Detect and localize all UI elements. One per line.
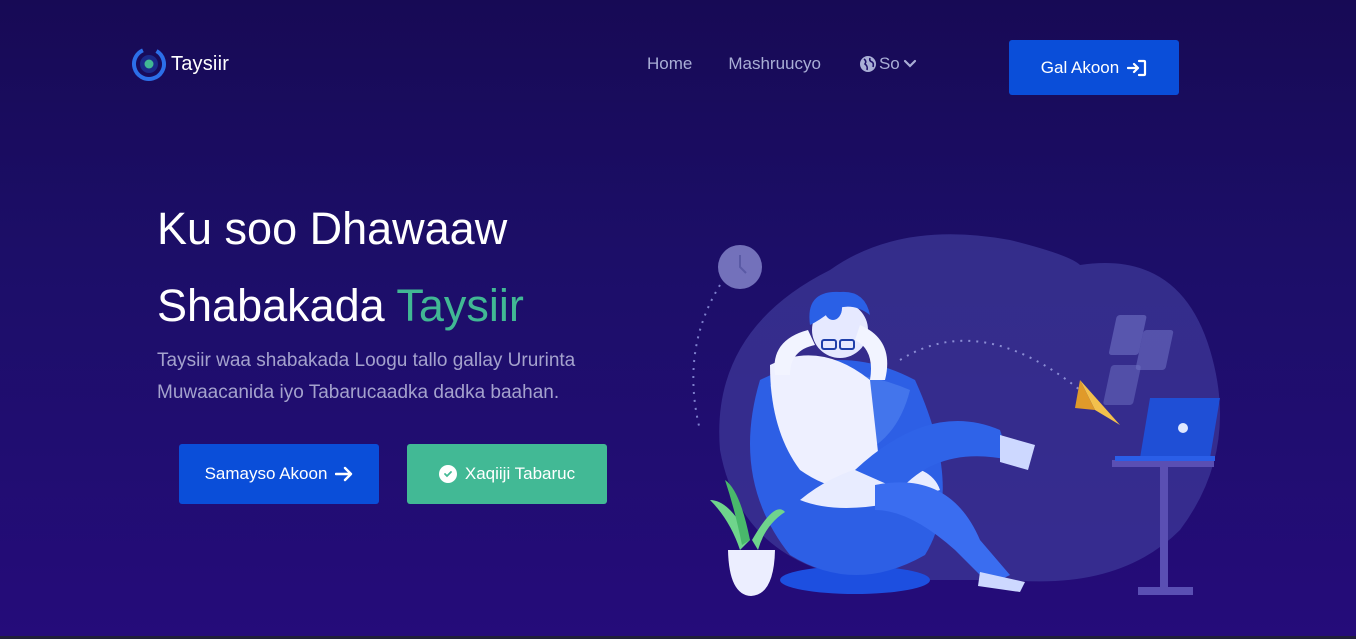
verify-donation-button[interactable]: Xaqiiji Tabaruc	[407, 444, 607, 504]
hero-title-line1: Ku soo Dhawaaw	[157, 203, 508, 254]
hero-title-accent: Taysiir	[396, 280, 524, 331]
nav-projects-link[interactable]: Mashruucyo	[728, 54, 821, 74]
brand-logo[interactable]: Taysiir	[131, 46, 229, 82]
login-button-label: Gal Akoon	[1040, 57, 1120, 77]
arrow-right-icon	[335, 466, 353, 482]
hero-title: Ku soo Dhawaaw Shabakada Taysiir	[157, 190, 524, 344]
ring-logo-icon	[132, 47, 166, 81]
chevron-down-icon	[903, 59, 916, 68]
language-label: So	[878, 54, 900, 73]
hero-illustration	[692, 234, 1220, 596]
nav-home-link[interactable]: Home	[647, 54, 692, 74]
language-selector[interactable]: So	[859, 54, 918, 74]
register-button-label: Samayso Akoon	[204, 464, 328, 483]
verify-button-label: Xaqiiji Tabaruc	[464, 464, 576, 483]
sign-in-icon	[1127, 59, 1147, 76]
hero-title-line2-prefix: Shabakada	[157, 280, 397, 331]
check-circle-icon	[438, 465, 457, 483]
brand-name: Taysiir	[171, 52, 230, 75]
hero-description: Taysiir waa shabakada Loogu tallo gallay…	[157, 350, 576, 403]
register-button[interactable]: Samayso Akoon	[179, 444, 379, 504]
globe-icon	[859, 56, 876, 72]
login-button[interactable]: Gal Akoon	[1009, 40, 1179, 95]
main-nav: Home Mashruucyo So	[647, 54, 918, 74]
